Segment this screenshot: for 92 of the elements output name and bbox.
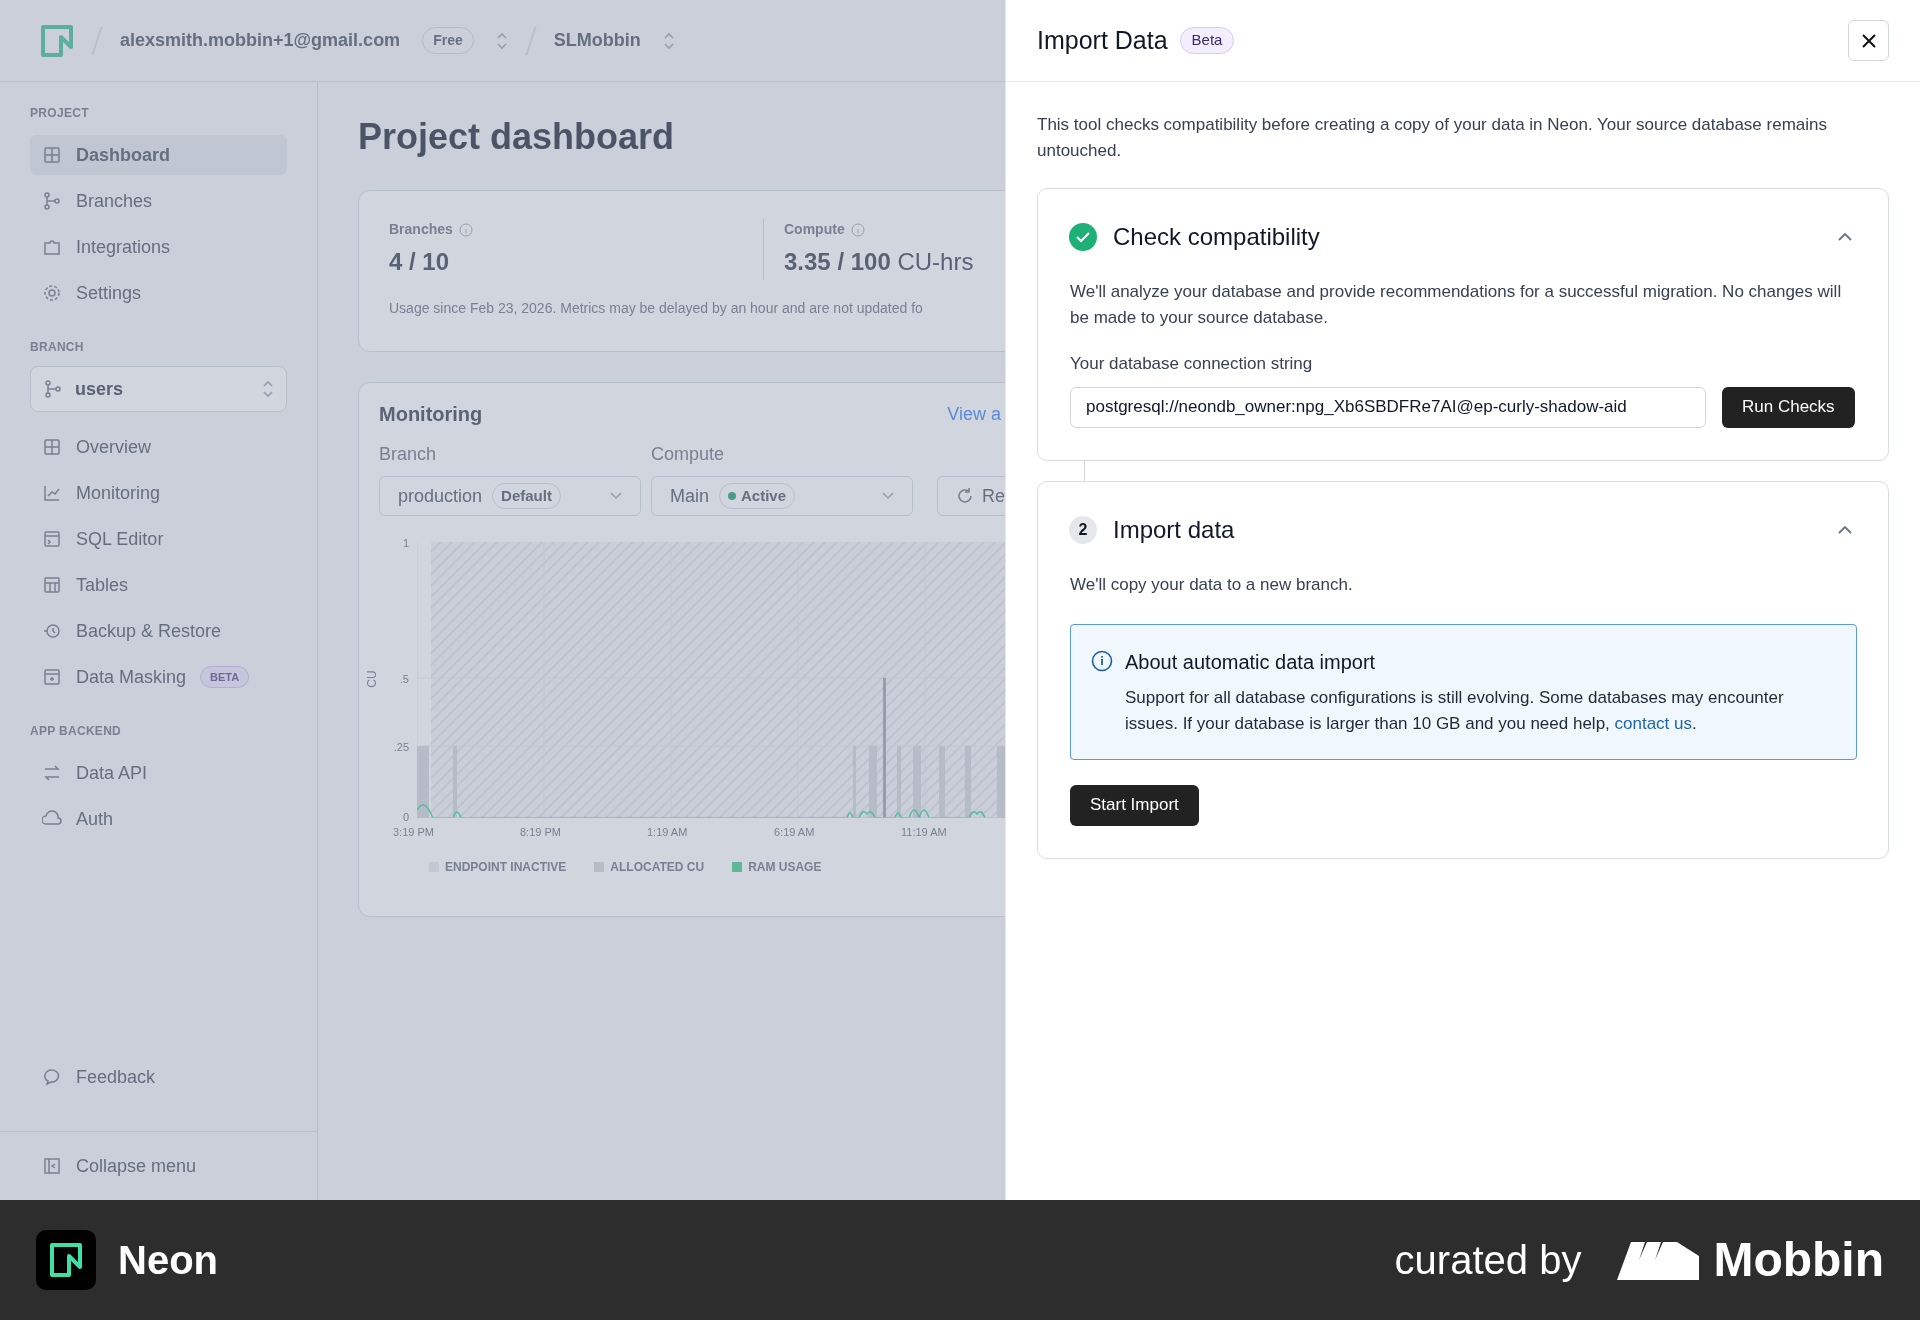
chevron-down-icon: [882, 492, 894, 500]
view-link[interactable]: View a: [947, 400, 1001, 428]
axis-title: CU: [363, 670, 380, 688]
line-chart-icon: [42, 483, 62, 503]
collapse-menu-button[interactable]: Collapse menu: [30, 1146, 287, 1186]
project-name: SLMobbin: [553, 29, 641, 52]
axis-label: 0: [401, 810, 409, 825]
select-field[interactable]: Main Active: [651, 476, 913, 516]
logo-icon: [1617, 1240, 1700, 1280]
select-field[interactable]: production Default: [379, 476, 641, 516]
axis-label: .25: [392, 740, 409, 755]
dialog-title: Import Data: [1037, 24, 1168, 56]
chevron-up-icon: [1838, 233, 1852, 241]
sidebar-item[interactable]: Branches: [30, 181, 287, 221]
step-description: We'll analyze your database and provide recommendations for a successful migration. No changes will be made to your source database.: [1070, 281, 1843, 329]
sidebar-item[interactable]: Overview: [30, 427, 287, 467]
chevron-down-icon: [610, 492, 622, 500]
arrows-icon: [42, 763, 62, 783]
account-name: alexsmith.mobbin+1@gmail.com: [120, 29, 401, 52]
sidebar-item[interactable]: SQL Editor: [30, 519, 287, 559]
grid-icon: [42, 145, 62, 165]
puzzle-icon: [42, 237, 62, 257]
stat-value: 4 / 10: [389, 247, 451, 277]
section-heading: BRANCH: [30, 339, 85, 356]
legend-label: ALLOCATED CU: [610, 859, 705, 876]
axis-label: 11:19 AM: [901, 825, 947, 840]
notice-title: About automatic data import: [1125, 649, 1377, 675]
run-checks-button[interactable]: Run Checks: [1722, 386, 1855, 428]
step-description: We'll copy your data to a new branch.: [1070, 573, 1354, 596]
gear-icon: [42, 283, 62, 303]
sidebar-item[interactable]: Settings: [30, 273, 287, 313]
table-icon: [42, 575, 62, 595]
sidebar-item[interactable]: Auth: [30, 799, 287, 839]
field-label: Branch: [379, 443, 438, 466]
curator-name: Mobbin: [1713, 1232, 1884, 1288]
sidebar-collapse-icon: [42, 1156, 62, 1176]
sidebar-item[interactable]: Data API: [30, 753, 287, 793]
chevron-up-icon: [1838, 525, 1852, 534]
close-button[interactable]: [1848, 20, 1889, 61]
section-heading: PROJECT: [30, 105, 90, 122]
history-icon: [42, 621, 62, 641]
close-icon: [1860, 32, 1877, 49]
contact-link[interactable]: contact us: [1614, 713, 1693, 733]
legend-label: ENDPOINT INACTIVE: [445, 859, 567, 876]
usage-note: Usage since Feb 23, 2026. Metrics may be delayed by an hour and are not updated fo: [389, 299, 924, 318]
logo-icon: [36, 1230, 96, 1290]
refresh-icon: [956, 487, 974, 505]
curated-by-text: curated by: [1394, 1237, 1582, 1284]
terminal-icon: [42, 529, 62, 549]
axis-label: 6:19 AM: [774, 825, 815, 840]
chat-bubble-icon: [42, 1067, 62, 1087]
connection-string-field[interactable]: postgresql://neondb_owner:npg_Xb6SBDFRe7AI@ep-curly-shadow-aid: [1070, 386, 1706, 428]
start-import-button[interactable]: Start Import: [1070, 784, 1199, 826]
intro-text: This tool checks compatibility before creating a copy of your data in Neon. Your source database remains untouched.: [1037, 114, 1828, 162]
sidebar-item[interactable]: Dashboard: [30, 135, 287, 175]
info-icon: [1091, 649, 1113, 672]
axis-label: 3:19 PM: [393, 825, 434, 840]
sidebar-item[interactable]: Backup & Restore: [30, 611, 287, 651]
legend-label: RAM USAGE: [748, 859, 822, 876]
stat-label: Compute: [784, 220, 845, 239]
card-title: Monitoring: [379, 402, 483, 427]
grid-icon: [42, 437, 62, 457]
stat-label: Branches: [389, 220, 453, 239]
info-icon: [458, 222, 473, 237]
axis-label: 8:19 PM: [520, 825, 561, 840]
sidebar-item[interactable]: Feedback: [30, 1057, 287, 1097]
sidebar-item[interactable]: Data Masking BETA: [30, 657, 287, 697]
mask-icon: [42, 667, 62, 687]
step-title: Check compatibility: [1113, 222, 1320, 252]
step-title: Import data: [1113, 514, 1235, 545]
notice-text: Support for all database configurations is still evolving. Some databases may encounter issues. If your database is larger than 10 GB and you need help, contact us.: [1125, 686, 1785, 735]
field-label: Your database connection string: [1070, 353, 1314, 375]
beta-badge: Beta: [1179, 27, 1235, 54]
axis-label: .5: [398, 672, 409, 687]
chevron-updown-icon: [262, 379, 274, 399]
axis-label: 1:19 AM: [647, 825, 688, 840]
field-label: Compute: [651, 443, 726, 466]
branch-select[interactable]: users: [30, 366, 287, 412]
section-heading: APP BACKEND: [30, 723, 123, 740]
status-dot-icon: [728, 492, 736, 500]
branch-icon: [43, 379, 63, 399]
stat-value: 3.35 / 100 CU-hrs: [784, 247, 975, 277]
info-icon: [850, 222, 865, 237]
beta-badge: BETA: [200, 665, 250, 689]
axis-label: 1: [401, 536, 409, 551]
page-title: Project dashboard: [358, 115, 676, 159]
sidebar-item[interactable]: Tables: [30, 565, 287, 605]
sidebar-item[interactable]: Integrations: [30, 227, 287, 267]
branch-icon: [42, 191, 62, 211]
sidebar-item[interactable]: Monitoring: [30, 473, 287, 513]
brand-name: Neon: [118, 1237, 218, 1284]
step-number: 2: [1069, 515, 1097, 544]
